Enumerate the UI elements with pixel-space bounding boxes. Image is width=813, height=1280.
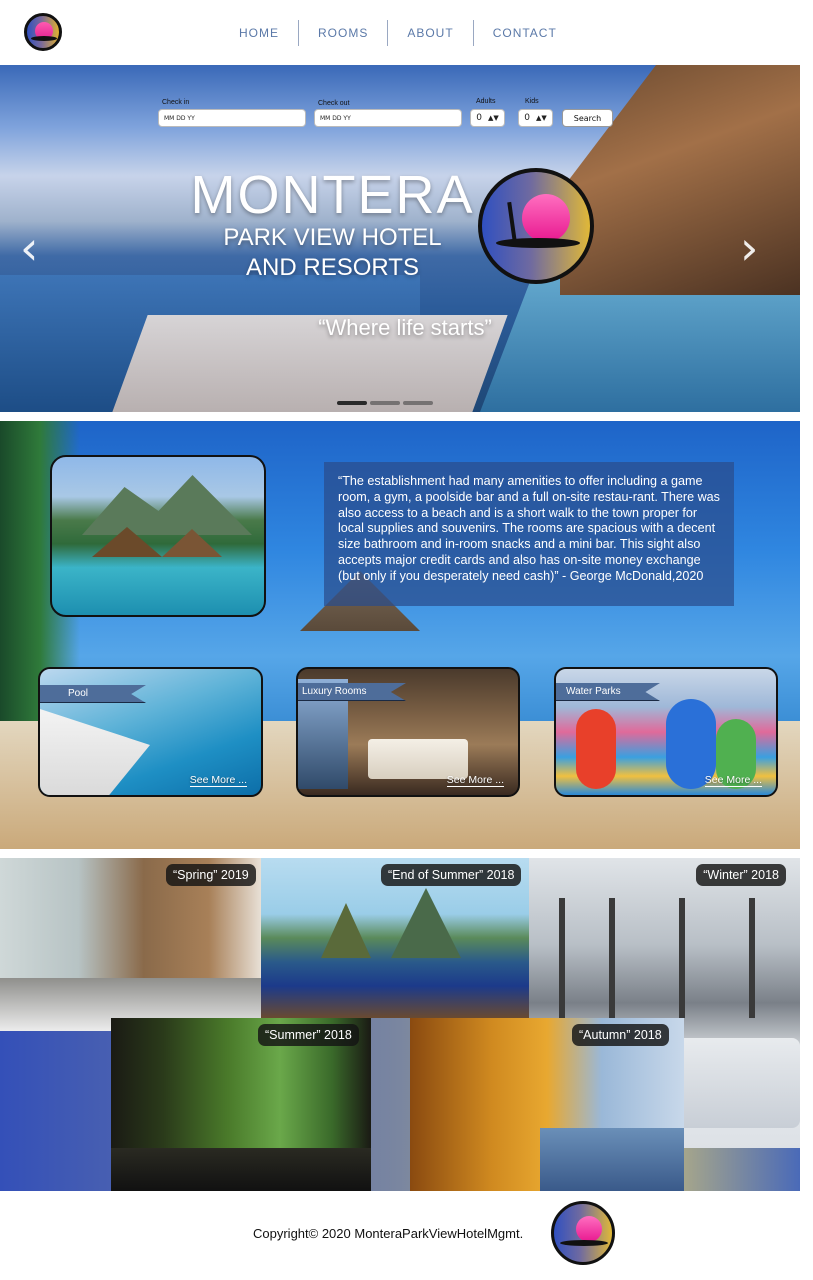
tree-shape — [609, 898, 615, 1018]
testimonial-box: “The establishment had many amenities to… — [324, 462, 734, 606]
stepper-arrows-icon: ▲▼ — [535, 114, 547, 122]
lake-shape — [540, 1128, 684, 1191]
gallery-caption-summer: “Summer” 2018 — [258, 1024, 359, 1046]
hero-tagline: “Where life starts” — [318, 315, 492, 340]
brand-title: MONTERA — [190, 165, 475, 225]
checkin-label: Check in — [162, 99, 190, 106]
kids-value: 0 — [524, 113, 530, 123]
nav-rooms[interactable]: ROOMS — [299, 20, 389, 46]
kids-stepper[interactable]: 0 ▲▼ — [518, 109, 553, 127]
stepper-arrows-icon: ▲▼ — [487, 114, 499, 122]
main-nav: HOME ROOMS ABOUT CONTACT — [220, 18, 576, 48]
checkout-label: Check out — [318, 100, 350, 107]
peak-shape — [391, 888, 461, 958]
pool-deck-shape — [40, 709, 150, 795]
luxury-rooms-card[interactable]: Luxury Rooms See More ... — [296, 667, 520, 797]
testimonial-text: “The establishment had many amenities to… — [338, 474, 720, 583]
floor-shape — [111, 1148, 371, 1191]
prev-slide-arrow-icon[interactable]: ‹ — [20, 225, 38, 271]
brand-subtitle-line1: PARK VIEW HOTEL — [223, 224, 442, 251]
peak-shape — [321, 903, 371, 958]
logo-island-icon — [31, 36, 57, 41]
hero-logo — [478, 168, 594, 284]
luxury-rooms-card-label: Luxury Rooms — [298, 683, 406, 701]
water-parks-card[interactable]: Water Parks See More ... — [554, 667, 778, 797]
gallery-caption-end-of-summer: “End of Summer” 2018 — [381, 864, 522, 886]
brand-subtitle-line2: AND RESORTS — [246, 254, 419, 281]
tree-shape — [749, 898, 755, 1018]
gallery-tile-spring[interactable]: “Spring” 2019 — [0, 858, 261, 1031]
pool-see-more-link[interactable]: See More ... — [189, 774, 247, 787]
search-button[interactable]: Search — [562, 109, 613, 127]
hero-carousel: Check in MM DD YY Check out MM DD YY Adu… — [0, 65, 800, 412]
tree-shape — [679, 898, 685, 1018]
gallery-tile-summer[interactable]: “Summer” 2018 — [111, 1018, 371, 1191]
nav-contact[interactable]: CONTACT — [474, 20, 576, 46]
slide-indicator-2[interactable] — [370, 401, 400, 405]
nav-home[interactable]: HOME — [220, 20, 299, 46]
bed-shape — [368, 739, 468, 779]
logo-island-icon — [496, 238, 580, 248]
seasons-gallery: “Winter” 2018 “Spring” 2019 “End of Summ… — [0, 858, 800, 1191]
brand-subtitle: PARK VIEW HOTEL AND RESORTS — [200, 223, 465, 283]
features-section: “The establishment had many amenities to… — [0, 421, 800, 849]
copyright-text: Copyright© 2020 MonteraParkViewHotelMgmt… — [253, 1226, 524, 1241]
gallery-tile-end-of-summer[interactable]: “End of Summer” 2018 — [261, 858, 529, 1018]
kids-label: Kids — [525, 98, 539, 105]
adults-stepper[interactable]: 0 ▲▼ — [470, 109, 505, 127]
slide-indicator-3[interactable] — [403, 401, 433, 405]
gallery-tile-autumn[interactable]: “Autumn” 2018 — [410, 1018, 684, 1191]
logo-palm-icon — [507, 201, 517, 243]
luxury-rooms-see-more-link[interactable]: See More ... — [446, 774, 504, 787]
pool-card[interactable]: Pool See More ... — [38, 667, 263, 797]
gallery-caption-winter: “Winter” 2018 — [696, 864, 786, 886]
checkout-input[interactable]: MM DD YY — [314, 109, 462, 127]
header-logo[interactable] — [24, 13, 62, 51]
logo-sun-icon — [576, 1216, 602, 1242]
hero-villa — [560, 65, 800, 295]
checkin-input[interactable]: MM DD YY — [158, 109, 306, 127]
next-slide-arrow-icon[interactable]: › — [740, 225, 758, 271]
footer-logo — [551, 1201, 615, 1265]
resort-photo — [50, 455, 266, 617]
tree-shape — [559, 898, 565, 1018]
slide-indicator-1[interactable] — [337, 401, 367, 405]
gallery-caption-autumn: “Autumn” 2018 — [572, 1024, 669, 1046]
page: HOME ROOMS ABOUT CONTACT Check in MM DD … — [0, 0, 813, 1280]
logo-island-icon — [560, 1240, 608, 1246]
water-parks-card-label: Water Parks — [556, 683, 660, 701]
adults-value: 0 — [476, 113, 482, 123]
water-slide-shape — [576, 709, 616, 789]
mountain-shape — [82, 475, 252, 535]
gallery-caption-spring: “Spring” 2019 — [166, 864, 256, 886]
logo-sun-icon — [522, 194, 570, 242]
adults-label: Adults — [476, 98, 496, 105]
pool-card-label: Pool — [40, 685, 146, 703]
water-parks-see-more-link[interactable]: See More ... — [704, 774, 762, 787]
nav-about[interactable]: ABOUT — [388, 20, 474, 46]
